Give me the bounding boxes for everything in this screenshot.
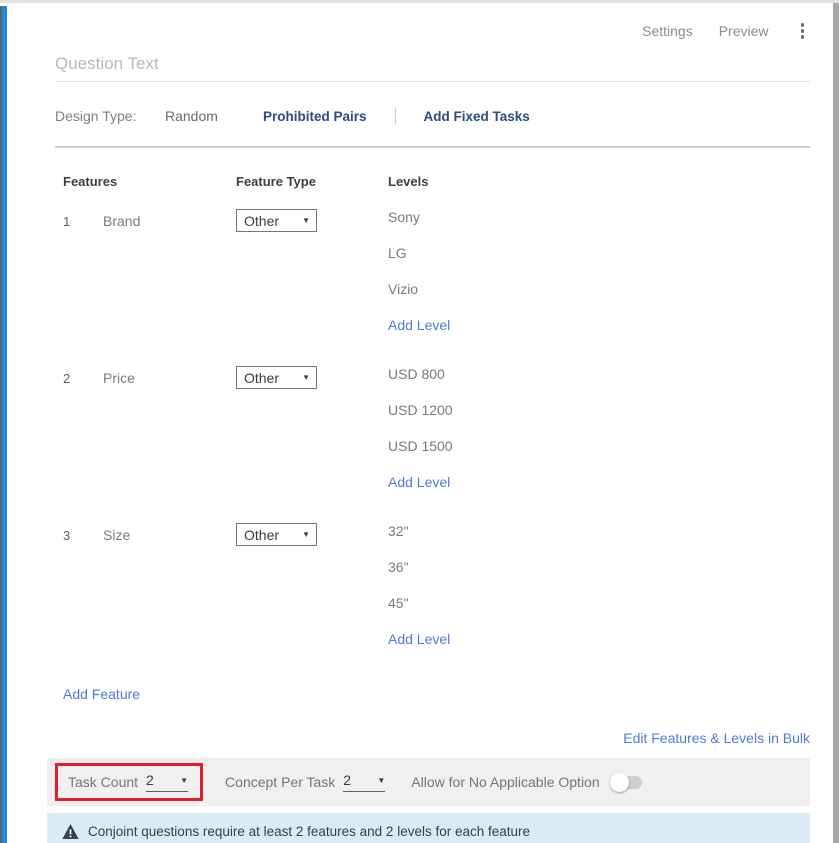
feature-index: 2 bbox=[63, 366, 103, 386]
conjoint-question-editor: Settings Preview Question Text Design Ty… bbox=[0, 0, 839, 843]
feature-type-value: Other bbox=[244, 527, 279, 543]
features-table: Features Feature Type Levels 1 Brand Oth… bbox=[55, 174, 810, 704]
features-table-header: Features Feature Type Levels bbox=[63, 174, 810, 189]
design-type-row: Design Type: Random Prohibited Pairs Add… bbox=[55, 108, 810, 148]
left-accent-bar bbox=[0, 6, 7, 843]
question-text-input[interactable]: Question Text bbox=[55, 54, 810, 82]
design-type-label: Design Type: bbox=[55, 108, 165, 124]
concept-per-task-dropdown[interactable]: 2 ▼ bbox=[343, 772, 385, 792]
no-applicable-label: Allow for No Applicable Option bbox=[411, 774, 599, 790]
select-caret-icon: ▼ bbox=[302, 530, 310, 539]
feature-name[interactable]: Size bbox=[103, 523, 236, 543]
notice-bar: Conjoint questions require at least 2 fe… bbox=[47, 813, 810, 843]
features-column-header: Features bbox=[63, 174, 236, 189]
select-caret-icon: ▼ bbox=[302, 373, 310, 382]
feature-name[interactable]: Brand bbox=[103, 209, 236, 229]
feature-type-select[interactable]: Other ▼ bbox=[236, 523, 317, 546]
more-options-icon[interactable] bbox=[795, 21, 811, 41]
task-count-value: 2 bbox=[146, 772, 154, 788]
preview-link[interactable]: Preview bbox=[719, 23, 769, 39]
dropdown-caret-icon: ▼ bbox=[180, 776, 188, 785]
levels-list: 32" 36" 45" Add Level bbox=[388, 523, 810, 667]
dropdown-caret-icon: ▼ bbox=[377, 776, 385, 785]
editor-header: Settings Preview bbox=[55, 22, 810, 40]
levels-list: Sony LG Vizio Add Level bbox=[388, 209, 810, 353]
task-count-label: Task Count bbox=[68, 774, 138, 790]
level-item[interactable]: LG bbox=[388, 245, 810, 281]
add-feature-link[interactable]: Add Feature bbox=[63, 686, 140, 702]
feature-type-column-header: Feature Type bbox=[236, 174, 388, 189]
concept-per-task-control: Concept Per Task 2 ▼ bbox=[225, 772, 385, 792]
level-item[interactable]: USD 1500 bbox=[388, 438, 810, 474]
toggle-knob bbox=[610, 773, 629, 792]
task-count-control: Task Count 2 ▼ bbox=[68, 772, 188, 792]
level-item[interactable]: 45" bbox=[388, 595, 810, 631]
add-fixed-tasks-link[interactable]: Add Fixed Tasks bbox=[424, 109, 530, 124]
level-item[interactable]: USD 1200 bbox=[388, 402, 810, 438]
edit-bulk-link[interactable]: Edit Features & Levels in Bulk bbox=[55, 730, 810, 746]
add-level-link[interactable]: Add Level bbox=[388, 631, 810, 667]
levels-list: USD 800 USD 1200 USD 1500 Add Level bbox=[388, 366, 810, 510]
controls-bar: Task Count 2 ▼ Concept Per Task 2 ▼ Allo… bbox=[47, 758, 810, 806]
editor-content: Settings Preview Question Text Design Ty… bbox=[55, 3, 810, 843]
task-count-highlight-box: Task Count 2 ▼ bbox=[55, 763, 203, 801]
level-item[interactable]: USD 800 bbox=[388, 366, 810, 402]
no-applicable-toggle[interactable] bbox=[612, 776, 642, 789]
settings-link[interactable]: Settings bbox=[642, 23, 693, 39]
level-item[interactable]: Sony bbox=[388, 209, 810, 245]
feature-row-brand: 1 Brand Other ▼ Sony LG Vizio Add Level bbox=[63, 209, 810, 353]
feature-type-value: Other bbox=[244, 213, 279, 229]
feature-name[interactable]: Price bbox=[103, 366, 236, 386]
task-count-dropdown[interactable]: 2 ▼ bbox=[146, 772, 188, 792]
feature-type-select[interactable]: Other ▼ bbox=[236, 366, 317, 389]
scrollbar[interactable] bbox=[833, 3, 839, 843]
notice-text: Conjoint questions require at least 2 fe… bbox=[88, 824, 530, 839]
no-applicable-control: Allow for No Applicable Option bbox=[411, 774, 641, 790]
level-item[interactable]: 32" bbox=[388, 523, 810, 559]
level-item[interactable]: 36" bbox=[388, 559, 810, 595]
divider bbox=[395, 108, 396, 124]
select-caret-icon: ▼ bbox=[302, 216, 310, 225]
concept-per-task-label: Concept Per Task bbox=[225, 774, 335, 790]
feature-type-select[interactable]: Other ▼ bbox=[236, 209, 317, 232]
feature-row-price: 2 Price Other ▼ USD 800 USD 1200 USD 150… bbox=[63, 366, 810, 510]
prohibited-pairs-link[interactable]: Prohibited Pairs bbox=[263, 109, 367, 124]
concept-per-task-value: 2 bbox=[343, 772, 351, 788]
warning-icon bbox=[62, 824, 79, 839]
design-type-value: Random bbox=[165, 108, 263, 124]
levels-column-header: Levels bbox=[388, 174, 810, 189]
feature-index: 1 bbox=[63, 209, 103, 229]
feature-type-value: Other bbox=[244, 370, 279, 386]
add-level-link[interactable]: Add Level bbox=[388, 474, 810, 510]
level-item[interactable]: Vizio bbox=[388, 281, 810, 317]
feature-row-size: 3 Size Other ▼ 32" 36" 45" Add Level bbox=[63, 523, 810, 667]
add-level-link[interactable]: Add Level bbox=[388, 317, 810, 353]
feature-index: 3 bbox=[63, 523, 103, 543]
